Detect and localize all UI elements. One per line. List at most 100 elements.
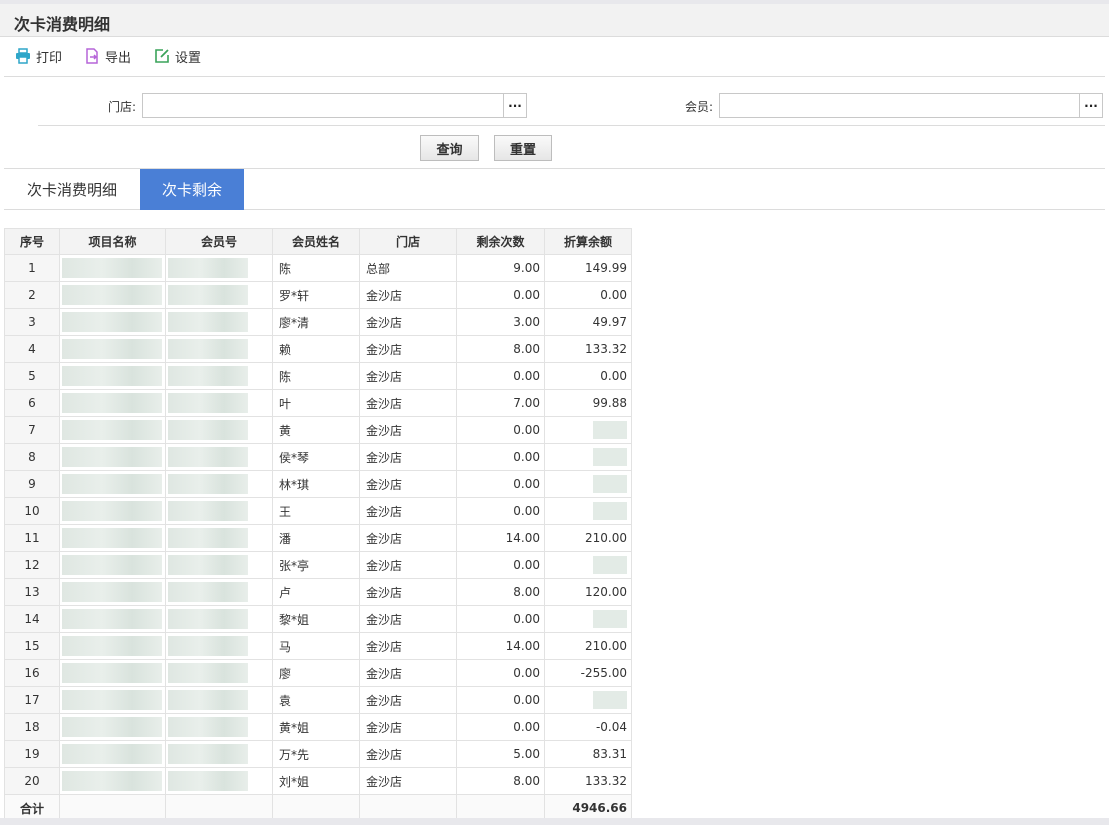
export-button[interactable]: 导出 — [84, 47, 131, 66]
redacted-value — [62, 690, 162, 710]
project-name-cell — [59, 713, 166, 741]
store-cell: 金沙店 — [359, 767, 457, 795]
redacted-value — [168, 609, 248, 629]
project-name-cell — [59, 659, 166, 687]
column-header[interactable]: 折算余额 — [544, 228, 632, 255]
redacted-value — [62, 258, 162, 278]
project-name-cell — [59, 740, 166, 768]
member-input[interactable] — [720, 94, 1102, 117]
remaining-count-cell: 8.00 — [456, 578, 545, 606]
table-row[interactable]: 6 叶金沙店 7.00 99.88 — [4, 389, 632, 417]
table-row[interactable]: 16 廖金沙店 0.00 -255.00 — [4, 659, 632, 687]
project-name-cell — [59, 416, 166, 444]
redacted-value — [62, 501, 162, 521]
member-id-cell — [165, 362, 273, 390]
member-name-cell: 卢 — [272, 578, 360, 606]
balance-cell: 210.00 — [544, 632, 632, 660]
table-row[interactable]: 12 张*亭 金沙店 0.00 — [4, 551, 632, 579]
table-row[interactable]: 9 林*琪 金沙店 0.00 — [4, 470, 632, 498]
table-row[interactable]: 14 黎*姐 金沙店 0.00 — [4, 605, 632, 633]
tab-card-remaining[interactable]: 次卡剩余 — [140, 169, 244, 210]
redacted-value — [593, 691, 627, 709]
store-cell: 金沙店 — [359, 605, 457, 633]
store-input[interactable] — [143, 94, 526, 117]
print-button[interactable]: 打印 — [15, 47, 63, 66]
table-row[interactable]: 2 罗*轩 金沙店 0.00 0.00 — [4, 281, 632, 309]
row-index: 2 — [4, 281, 60, 309]
project-name-cell — [59, 335, 166, 363]
project-name-cell — [59, 362, 166, 390]
member-name-cell: 刘*姐 — [272, 767, 360, 795]
table-row[interactable]: 1 陈总部 9.00 149.99 — [4, 254, 632, 282]
store-cell: 金沙店 — [359, 389, 457, 417]
remaining-count-cell: 0.00 — [456, 281, 545, 309]
store-cell: 金沙店 — [359, 335, 457, 363]
table-row[interactable]: 5 陈金沙店 0.00 0.00 — [4, 362, 632, 390]
member-name-cell: 侯*琴 — [272, 443, 360, 471]
store-filter-field: ··· — [142, 93, 527, 118]
column-header[interactable]: 项目名称 — [59, 228, 166, 255]
member-name-cell: 袁 — [272, 686, 360, 714]
table-row[interactable]: 15 马金沙店 14.00 210.00 — [4, 632, 632, 660]
table-row[interactable]: 19 万*先 金沙店 5.00 83.31 — [4, 740, 632, 768]
balance-cell: 0.00 — [544, 281, 632, 309]
column-header[interactable]: 剩余次数 — [456, 228, 545, 255]
member-name-cell: 黄 — [272, 416, 360, 444]
row-index: 14 — [4, 605, 60, 633]
project-name-cell — [59, 389, 166, 417]
reset-button[interactable]: 重置 — [494, 135, 552, 161]
store-cell: 金沙店 — [359, 470, 457, 498]
table-row[interactable]: 10 王金沙店 0.00 — [4, 497, 632, 525]
toolbar: 打印 导出 设置 — [0, 37, 1109, 75]
tab-consumption-detail[interactable]: 次卡消费明细 — [4, 169, 140, 210]
redacted-value — [168, 582, 248, 602]
print-label: 打印 — [36, 50, 63, 66]
redacted-value — [168, 717, 248, 737]
redacted-value — [168, 393, 248, 413]
balance-cell — [544, 470, 632, 498]
column-header[interactable]: 序号 — [4, 228, 60, 255]
member-name-cell: 黎*姐 — [272, 605, 360, 633]
redacted-value — [593, 610, 627, 628]
column-header[interactable]: 会员号 — [165, 228, 273, 255]
table-row[interactable]: 18 黄*姐 金沙店 0.00 -0.04 — [4, 713, 632, 741]
remaining-count-cell: 8.00 — [456, 335, 545, 363]
settings-button[interactable]: 设置 — [154, 47, 201, 66]
row-index: 4 — [4, 335, 60, 363]
store-browse-button[interactable]: ··· — [503, 94, 526, 117]
table-row[interactable]: 13 卢金沙店 8.00 120.00 — [4, 578, 632, 606]
row-index: 11 — [4, 524, 60, 552]
row-index: 8 — [4, 443, 60, 471]
store-cell: 金沙店 — [359, 281, 457, 309]
table-row[interactable]: 7 黄金沙店 0.00 — [4, 416, 632, 444]
row-index: 6 — [4, 389, 60, 417]
member-id-cell — [165, 470, 273, 498]
store-cell: 金沙店 — [359, 308, 457, 336]
bottom-scroll-area — [0, 818, 1109, 825]
redacted-value — [62, 447, 162, 467]
project-name-cell — [59, 578, 166, 606]
store-filter-label: 门店: — [108, 100, 137, 114]
remaining-count-cell: 0.00 — [456, 362, 545, 390]
redacted-value — [593, 448, 627, 466]
redacted-value — [62, 663, 162, 683]
redacted-value — [168, 366, 248, 386]
remaining-count-cell: 0.00 — [456, 443, 545, 471]
redacted-value — [593, 421, 627, 439]
query-button[interactable]: 查询 — [420, 135, 479, 161]
table-row[interactable]: 20 刘*姐 金沙店 8.00 133.32 — [4, 767, 632, 795]
member-browse-button[interactable]: ··· — [1079, 94, 1102, 117]
remaining-count-cell: 0.00 — [456, 497, 545, 525]
table-row[interactable]: 8 侯*琴 金沙店 0.00 — [4, 443, 632, 471]
table-row[interactable]: 4 赖金沙店 8.00 133.32 — [4, 335, 632, 363]
column-header[interactable]: 会员姓名 — [272, 228, 360, 255]
table-row[interactable]: 11 潘金沙店 14.00 210.00 — [4, 524, 632, 552]
column-header[interactable]: 门店 — [359, 228, 457, 255]
table-row[interactable]: 17 袁金沙店 0.00 — [4, 686, 632, 714]
balance-cell: 99.88 — [544, 389, 632, 417]
project-name-cell — [59, 443, 166, 471]
member-id-cell — [165, 767, 273, 795]
table-row[interactable]: 3 廖*清 金沙店 3.00 49.97 — [4, 308, 632, 336]
redacted-value — [168, 258, 248, 278]
balance-cell: 133.32 — [544, 767, 632, 795]
